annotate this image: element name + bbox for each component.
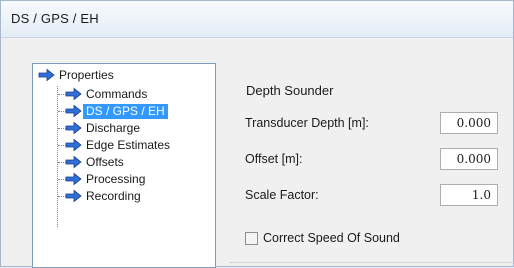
tree-item-discharge[interactable]: Discharge	[65, 120, 143, 136]
settings-panel: Depth Sounder Transducer Depth [m]: Offs…	[229, 63, 514, 268]
tree-item-recording[interactable]: Recording	[65, 188, 144, 204]
correct-speed-of-sound-checkbox[interactable]	[245, 232, 258, 245]
correct-speed-of-sound-label[interactable]: Correct Speed Of Sound	[263, 231, 400, 245]
tree-item-processing[interactable]: Processing	[65, 171, 148, 187]
properties-tree[interactable]: Properties Commands DS / GPS / EH Discha…	[32, 63, 216, 268]
blue-arrow-icon	[65, 155, 82, 169]
blue-arrow-icon	[65, 121, 82, 135]
offset-field[interactable]	[440, 148, 498, 170]
tree-item-label: DS / GPS / EH	[83, 103, 168, 119]
blue-arrow-icon	[65, 172, 82, 186]
window-title: DS / GPS / EH	[11, 11, 99, 26]
scale-factor-field[interactable]	[440, 184, 498, 206]
transducer-depth-field[interactable]	[440, 112, 498, 134]
blue-arrow-icon	[38, 68, 55, 82]
transducer-depth-label: Transducer Depth [m]:	[245, 116, 369, 130]
divider	[229, 262, 514, 263]
title-bar: DS / GPS / EH	[1, 1, 513, 38]
dialog-window: DS / GPS / EH Properties Commands DS / G…	[0, 0, 514, 268]
tree-item-ds-gps-eh[interactable]: DS / GPS / EH	[65, 103, 168, 119]
tree-item-commands[interactable]: Commands	[65, 86, 150, 102]
tree-root-properties[interactable]: Properties	[38, 67, 117, 83]
offset-label: Offset [m]:	[245, 152, 303, 166]
blue-arrow-icon	[65, 189, 82, 203]
tree-item-label: Discharge	[86, 120, 141, 135]
tree-item-offsets[interactable]: Offsets	[65, 154, 127, 170]
tree-connector	[57, 86, 58, 227]
blue-arrow-icon	[65, 138, 82, 152]
tree-item-label: Edge Estimates	[86, 137, 171, 152]
tree-item-label: Commands	[86, 86, 148, 101]
tree-item-label: Offsets	[86, 154, 124, 169]
blue-arrow-icon	[65, 104, 82, 118]
section-title: Depth Sounder	[246, 83, 334, 98]
tree-root-label: Properties	[59, 67, 114, 82]
tree-item-edge-estimates[interactable]: Edge Estimates	[65, 137, 173, 153]
blue-arrow-icon	[65, 87, 82, 101]
scale-factor-label: Scale Factor:	[245, 188, 319, 202]
tree-item-label: Recording	[86, 188, 141, 203]
tree-item-label: Processing	[86, 171, 146, 186]
